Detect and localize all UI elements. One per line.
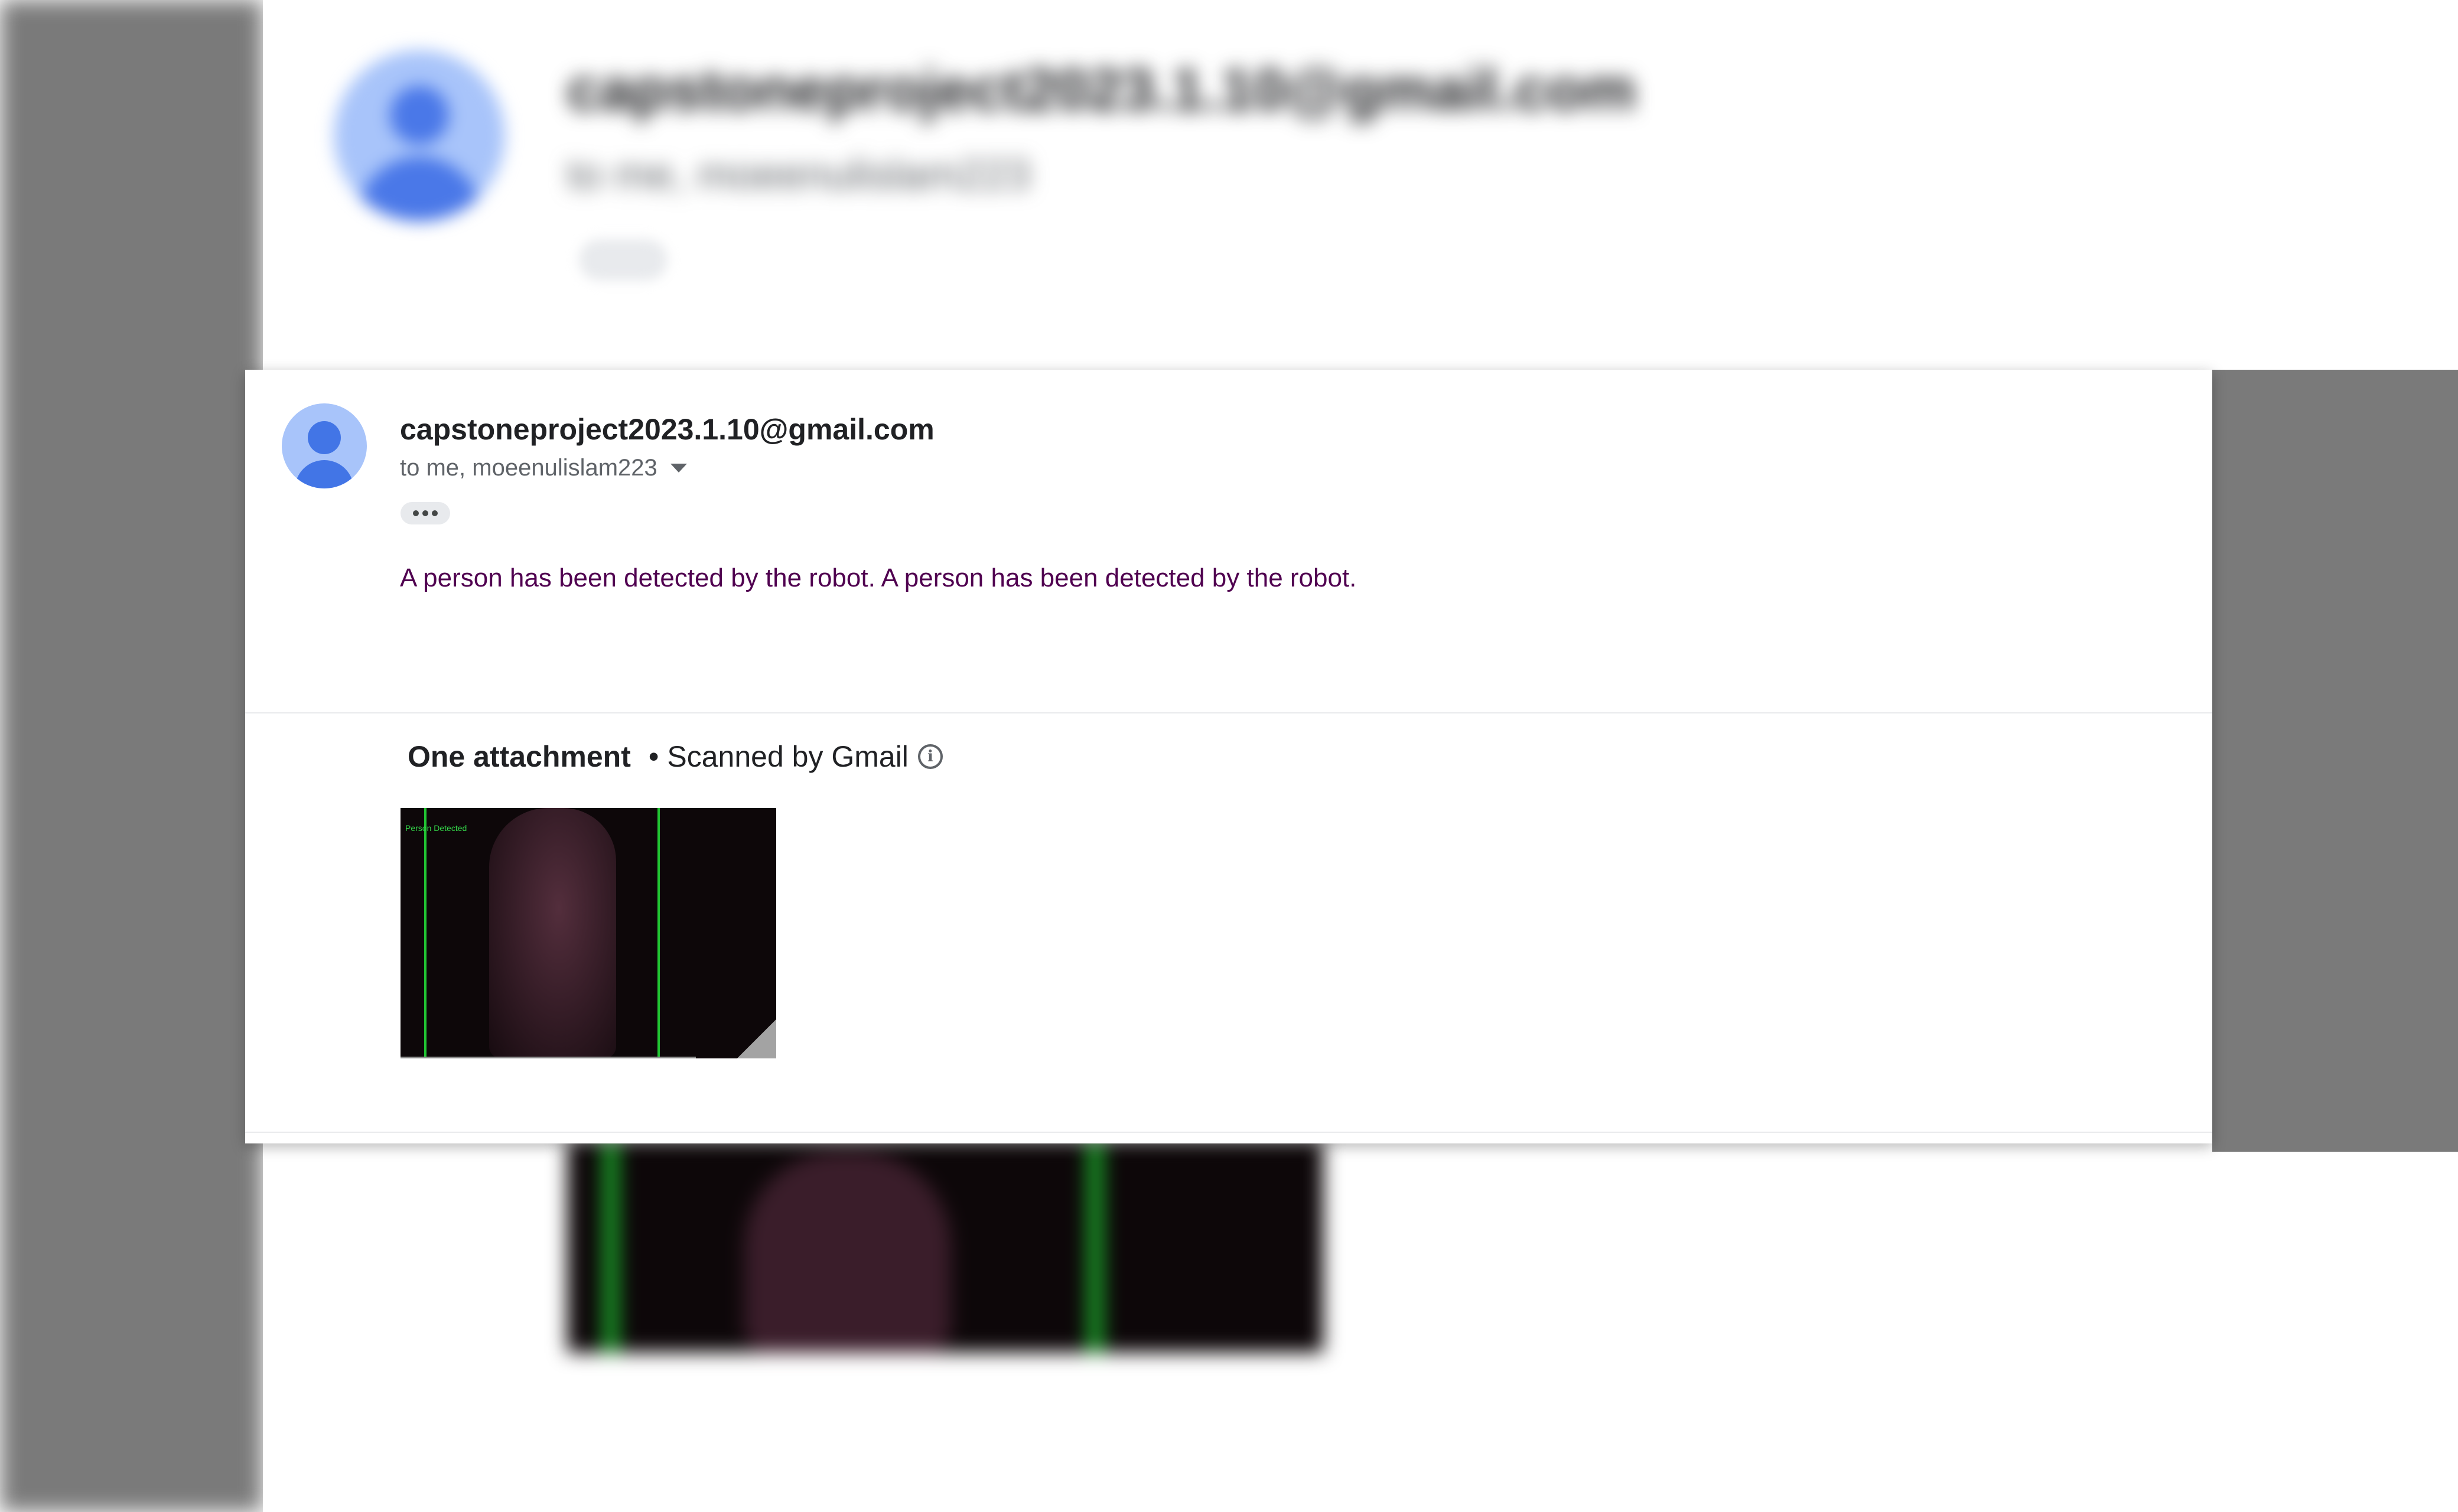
attachments-divider — [245, 712, 2212, 713]
scanned-by-gmail-label: Scanned by Gmail — [667, 740, 909, 773]
attachments-title: One attachment — [408, 740, 631, 773]
avatar-head — [308, 421, 341, 454]
background-recipients: to me, moeenulislam223 — [567, 151, 1031, 198]
detection-caption: Person Detected — [405, 823, 467, 833]
attachments-header: One attachment • Scanned by Gmail i — [408, 739, 943, 774]
detection-box-left-edge — [424, 808, 427, 1058]
attachment-thumbnail[interactable]: Person Detected — [401, 808, 776, 1058]
email-body: A person has been detected by the robot.… — [400, 563, 1357, 592]
sender-avatar[interactable] — [282, 403, 367, 488]
background-sender: capstoneproject2023.1.10@gmail.com — [567, 57, 1636, 123]
background-avatar — [334, 50, 505, 221]
background-right-strip — [2212, 370, 2458, 1152]
sender-email[interactable]: capstoneproject2023.1.10@gmail.com — [400, 412, 935, 447]
attachments-separator: • — [648, 740, 659, 773]
recipients-text: to me, moeenulislam223 — [400, 455, 657, 481]
detected-person-figure — [489, 808, 616, 1058]
show-trimmed-content-button[interactable] — [401, 502, 450, 524]
recipients-toggle[interactable]: to me, moeenulislam223 — [400, 455, 687, 481]
caret-down-icon[interactable] — [670, 464, 687, 472]
page-fold-icon — [737, 1019, 776, 1058]
thumbnail-baseline — [401, 1057, 696, 1058]
info-icon[interactable]: i — [917, 744, 943, 769]
background-attachment-thumbnail — [567, 1140, 1323, 1353]
avatar-shoulders — [295, 460, 354, 488]
email-message-panel: capstoneproject2023.1.10@gmail.com to me… — [245, 370, 2212, 1143]
background-more-pill — [579, 239, 668, 281]
ellipsis-icon — [413, 510, 419, 516]
detection-box-right-edge — [657, 808, 660, 1058]
background-left-strip — [0, 0, 263, 1512]
panel-bottom-divider — [245, 1132, 2212, 1133]
